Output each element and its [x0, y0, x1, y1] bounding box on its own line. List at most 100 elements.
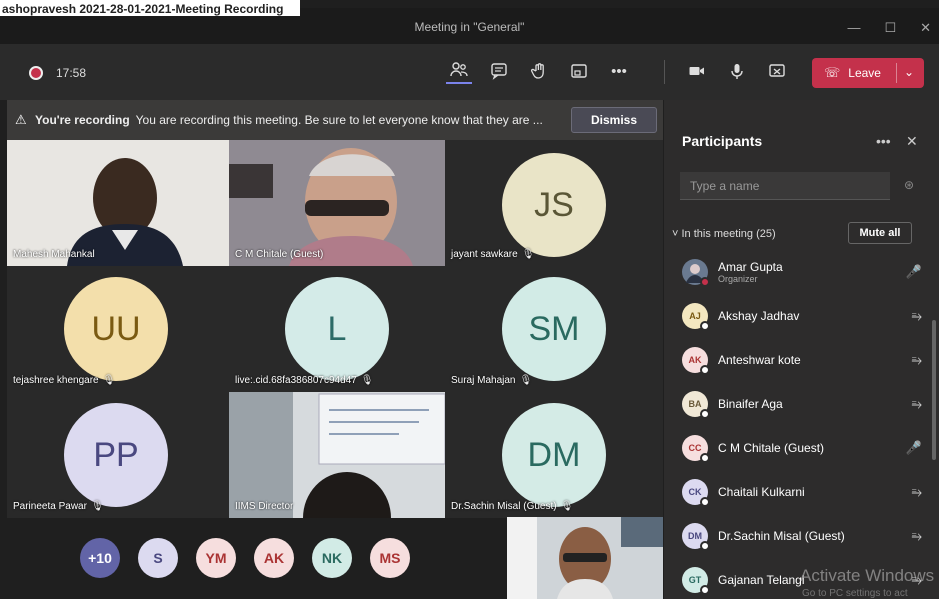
participant-avatar: DM [682, 523, 710, 551]
participant-tile[interactable]: DM Dr.Sachin Misal (Guest) 🎙 [445, 392, 663, 518]
microphone-icon[interactable] [724, 58, 750, 84]
participant-name: Dr.Sachin Misal (Guest) [718, 529, 845, 543]
participant-tile[interactable]: Mahesh Mahankal [7, 140, 229, 266]
participant-avatar[interactable]: MS [370, 538, 410, 578]
camera-icon[interactable] [684, 58, 710, 84]
list-item[interactable]: Amar Gupta Organizer 🎤 [682, 250, 922, 294]
list-item[interactable]: AK Anteshwar kote ⥱ [682, 338, 922, 382]
participant-role: Organizer [718, 274, 758, 284]
share-screen-icon[interactable] [764, 58, 790, 84]
participant-tile[interactable]: IIMS Director [229, 392, 445, 518]
muted-mic-icon[interactable]: ⥱ [912, 352, 922, 368]
participant-name: tejashree khengare [13, 375, 99, 386]
participant-name-tag: C M Chitale (Guest) [235, 249, 323, 260]
participant-initials: PP [93, 435, 139, 474]
participant-avatar: BA [682, 391, 710, 419]
participant-list: Amar Gupta Organizer 🎤 AJ Akshay Jadhav ⥱… [682, 250, 922, 599]
chevron-down-icon[interactable]: ⌄ [904, 65, 914, 79]
participant-initials: L [327, 309, 347, 348]
muted-mic-icon[interactable]: ⥱ [912, 528, 922, 544]
muted-mic-icon[interactable]: ⥱ [912, 484, 922, 500]
participant-avatar: CK [682, 479, 710, 507]
panel-scrollbar[interactable] [932, 320, 936, 460]
more-options-icon[interactable]: ••• [606, 58, 632, 84]
recording-title-overlay: ashopravesh 2021-28-01-2021-Meeting Reco… [0, 0, 300, 16]
participant-tile[interactable]: C M Chitale (Guest) [229, 140, 445, 266]
rooms-icon[interactable] [566, 58, 592, 84]
list-item[interactable]: CK Chaitali Kulkarni ⥱ [682, 470, 922, 514]
participant-tile[interactable]: UU tejashree khengare 🎙 [7, 266, 229, 392]
participant-avatar: SM [502, 277, 606, 381]
recording-text: You are recording this meeting. Be sure … [135, 113, 543, 127]
participant-avatar: JS [502, 153, 606, 257]
participant-avatar [682, 259, 710, 287]
participant-name: Parineeta Pawar [13, 501, 87, 512]
list-item[interactable]: CC C M Chitale (Guest) 🎤 [682, 426, 922, 470]
participant-initials: AJ [689, 311, 701, 321]
window-title: Meeting in "General" [414, 20, 525, 34]
more-options-icon[interactable]: ••• [876, 133, 891, 149]
muted-mic-icon: 🎙 [102, 375, 116, 386]
participant-initials: MS [379, 550, 401, 566]
list-item[interactable]: BA Binaifer Aga ⥱ [682, 382, 922, 426]
participant-avatar[interactable]: NK [312, 538, 352, 578]
participant-tile[interactable]: L live:.cid.68fa386807c94d47 🎙 [229, 266, 445, 392]
participant-tile[interactable]: JS jayant sawkare 🎙 [445, 140, 663, 266]
participant-initials: AK [263, 550, 285, 566]
participant-tile[interactable]: PP Parineeta Pawar 🎙 [7, 392, 229, 518]
participant-initials: YM [205, 550, 227, 566]
recording-title: ashopravesh 2021-28-01-2021-Meeting Reco… [2, 2, 284, 16]
dismiss-button[interactable]: Dismiss [571, 107, 657, 133]
close-icon[interactable]: ✕ [906, 133, 918, 150]
self-view-video[interactable] [507, 517, 663, 599]
mute-all-button[interactable]: Mute all [848, 222, 912, 244]
recording-heading: You're recording [35, 113, 130, 127]
muted-mic-icon[interactable]: ⥱ [912, 396, 922, 412]
minimize-icon[interactable]: — [847, 20, 860, 36]
participant-avatar: AK [682, 347, 710, 375]
window-controls: — ☐ ✕ [847, 20, 931, 36]
participant-tile[interactable]: SM Suraj Mahajan 🎙 [445, 266, 663, 392]
muted-mic-icon: 🎙 [360, 375, 374, 386]
participant-search-input[interactable]: Type a name [680, 172, 890, 200]
participant-name: C M Chitale (Guest) [718, 441, 825, 455]
participant-avatar[interactable]: YM [196, 538, 236, 578]
status-indicator [700, 453, 710, 463]
participant-initials: GT [688, 575, 702, 585]
raise-hand-icon[interactable] [526, 58, 552, 84]
participant-name: live:.cid.68fa386807c94d47 [235, 375, 357, 386]
leave-button[interactable]: ☏ Leave ⌄ [812, 58, 924, 88]
participant-name-tag: jayant sawkare 🎙 [451, 249, 534, 260]
participant-name: Anteshwar kote [718, 353, 801, 367]
participant-name: Binaifer Aga [718, 397, 783, 411]
overflow-count: +10 [88, 550, 112, 566]
list-item[interactable]: DM Dr.Sachin Misal (Guest) ⥱ [682, 514, 922, 558]
participant-initials: NK [321, 550, 343, 566]
share-invite-icon[interactable]: ⊛ [904, 178, 914, 192]
meeting-timer: 17:58 [56, 66, 87, 80]
list-item[interactable]: AJ Akshay Jadhav ⥱ [682, 294, 922, 338]
muted-mic-icon: 🎙 [519, 375, 533, 386]
device-controls [684, 58, 790, 84]
activation-watermark: Activate Windows [800, 566, 935, 585]
meeting-controls: ••• [446, 58, 632, 84]
microphone-icon[interactable]: 🎤 [906, 264, 922, 280]
chat-icon[interactable] [486, 58, 512, 84]
close-icon[interactable]: ✕ [920, 20, 931, 36]
participant-avatar: GT [682, 567, 710, 595]
microphone-icon[interactable]: 🎤 [906, 440, 922, 456]
hang-up-icon: ☏ [824, 65, 841, 80]
participants-icon[interactable] [446, 58, 472, 84]
in-meeting-label: In this meeting (25) [681, 228, 776, 240]
overflow-count-avatar[interactable]: +10 [80, 538, 120, 578]
participant-avatar: AJ [682, 303, 710, 331]
status-indicator [700, 541, 710, 551]
status-indicator [700, 365, 710, 375]
participant-avatar[interactable]: AK [254, 538, 294, 578]
muted-mic-icon[interactable]: ⥱ [912, 308, 922, 324]
participant-name-tag: IIMS Director [235, 501, 293, 512]
self-video [507, 517, 663, 599]
in-meeting-section[interactable]: ˅ In this meeting (25) [672, 228, 776, 240]
maximize-icon[interactable]: ☐ [884, 20, 896, 36]
participant-avatar[interactable]: S [138, 538, 178, 578]
